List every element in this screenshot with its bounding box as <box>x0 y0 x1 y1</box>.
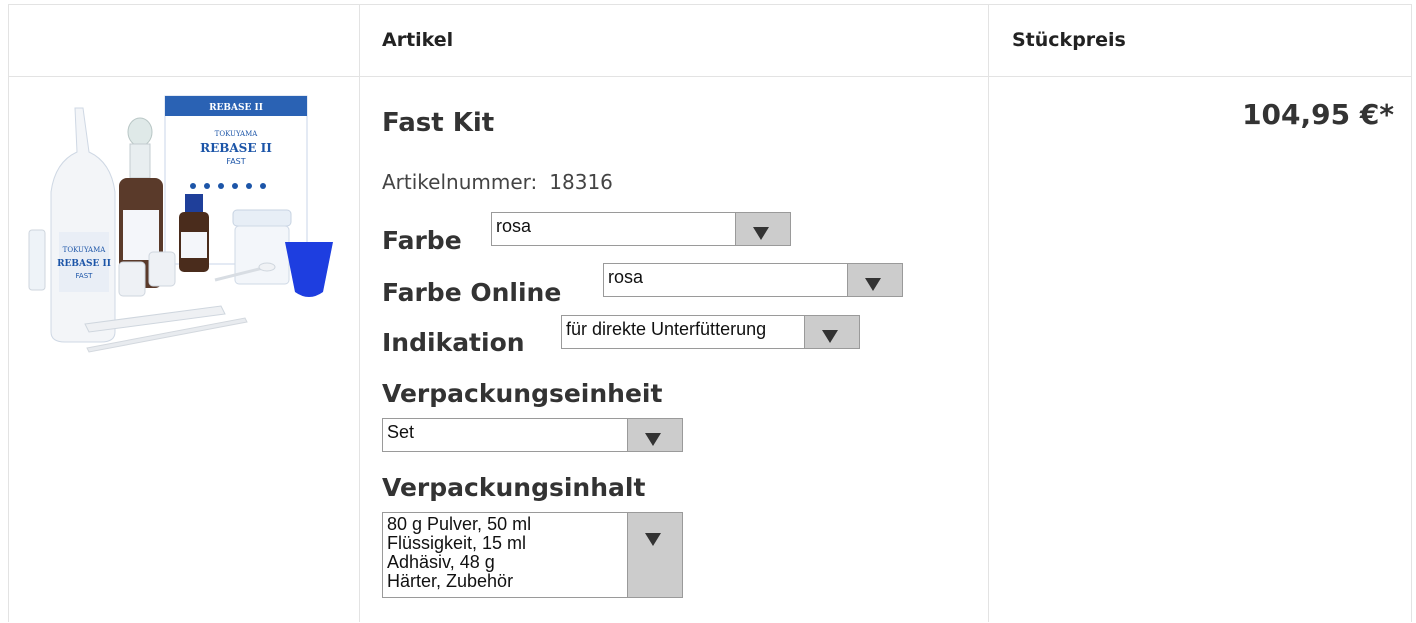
column-divider <box>988 4 989 622</box>
box-variant-text: FAST <box>226 157 245 166</box>
chevron-down-icon <box>822 330 838 343</box>
box-brand-text: REBASE II <box>209 103 263 113</box>
verpackungseinheit-dropdown-button[interactable] <box>627 419 682 451</box>
option-label-farbe-online: Farbe Online <box>382 278 562 307</box>
indikation-selected-value: für direkte Unterfütterung <box>566 319 767 339</box>
farbe-select[interactable]: rosa <box>491 212 791 246</box>
verpackungsinhalt-select[interactable]: 80 g Pulver, 50 ml Flüssigkeit, 15 ml Ad… <box>382 512 683 598</box>
header-divider <box>8 76 1412 77</box>
column-header-stueckpreis: Stückpreis <box>1012 29 1126 51</box>
box-product-text: REBASE II <box>200 141 272 155</box>
product-title[interactable]: Fast Kit <box>382 108 494 138</box>
verpackungsinhalt-dropdown-button[interactable] <box>627 513 682 597</box>
product-image[interactable]: REBASE II TOKUYAMA REBASE II FAST TOKUYA… <box>15 92 345 354</box>
column-divider <box>359 4 360 622</box>
table-border-right <box>1411 4 1412 622</box>
table-border-left <box>8 4 9 622</box>
article-number: Artikelnummer: 18316 <box>382 170 613 194</box>
indikation-dropdown-button[interactable] <box>804 316 859 348</box>
bottle-brand-text: TOKUYAMA <box>63 246 107 254</box>
farbe-selected-value: rosa <box>496 216 532 236</box>
farbe-online-dropdown-button[interactable] <box>847 264 902 296</box>
article-number-value: 18316 <box>549 170 613 194</box>
farbe-dropdown-button[interactable] <box>735 213 790 245</box>
bottle-product-text: REBASE II <box>57 259 111 269</box>
farbe-online-select[interactable]: rosa <box>603 263 903 297</box>
verpackungseinheit-selected-value: Set <box>387 422 415 442</box>
article-number-label: Artikelnummer: <box>382 170 538 194</box>
option-label-farbe: Farbe <box>382 226 462 255</box>
option-label-indikation: Indikation <box>382 328 525 357</box>
chevron-down-icon <box>753 227 769 240</box>
box-maker-text: TOKUYAMA <box>215 130 259 138</box>
bottle-variant-text: FAST <box>76 272 94 280</box>
option-label-verpackungsinhalt: Verpackungsinhalt <box>382 473 646 502</box>
column-header-artikel: Artikel <box>382 29 454 51</box>
verpackungsinhalt-selected-value: 80 g Pulver, 50 ml Flüssigkeit, 15 ml Ad… <box>387 515 532 591</box>
chevron-down-icon <box>645 433 661 446</box>
chevron-down-icon <box>865 278 881 291</box>
option-label-verpackungseinheit: Verpackungseinheit <box>382 379 663 408</box>
unit-price: 104,95 €* <box>1242 98 1394 131</box>
indikation-select[interactable]: für direkte Unterfütterung <box>561 315 860 349</box>
farbe-online-selected-value: rosa <box>608 267 644 287</box>
verpackungseinheit-select[interactable]: Set <box>382 418 683 452</box>
chevron-down-icon <box>645 533 661 546</box>
